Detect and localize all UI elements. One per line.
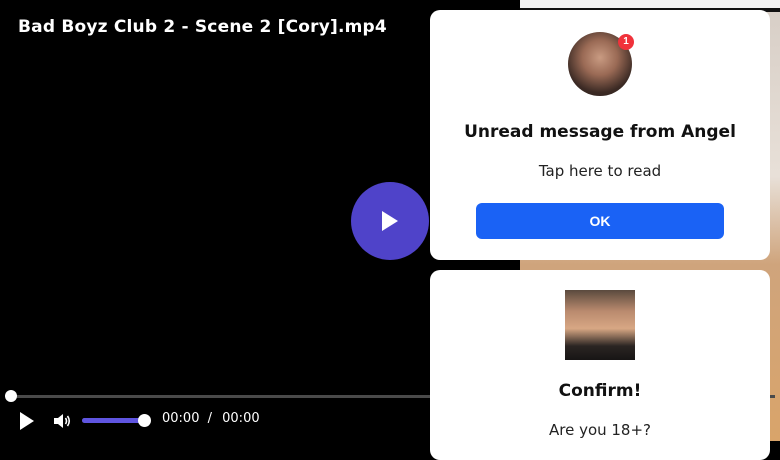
play-icon xyxy=(382,211,398,231)
volume-slider-thumb[interactable] xyxy=(138,414,151,427)
message-notification-card[interactable]: 1 Unread message from Angel Tap here to … xyxy=(430,10,770,260)
play-icon xyxy=(20,412,34,430)
play-button[interactable] xyxy=(18,411,36,431)
duration: 00:00 xyxy=(222,411,260,426)
ok-button[interactable]: OK xyxy=(476,203,724,239)
seek-bar-thumb[interactable] xyxy=(5,390,17,402)
sender-avatar-wrap: 1 xyxy=(568,32,634,96)
age-confirm-card[interactable]: Confirm! Are you 18+? xyxy=(430,270,770,460)
volume-slider[interactable] xyxy=(82,414,151,427)
play-button-large[interactable] xyxy=(351,182,429,260)
control-bar: 00:00 / 00:00 xyxy=(0,405,430,435)
profile-photo xyxy=(565,290,635,360)
video-title: Bad Boyz Club 2 - Scene 2 [Cory].mp4 xyxy=(18,17,387,37)
unread-badge: 1 xyxy=(618,34,634,50)
confirm-question: Are you 18+? xyxy=(548,421,652,439)
notification-subtitle[interactable]: Tap here to read xyxy=(430,162,770,180)
notification-title: Unread message from Angel xyxy=(464,122,736,142)
current-time: 00:00 xyxy=(162,411,200,426)
time-display: 00:00 / 00:00 xyxy=(162,411,260,426)
volume-slider-fill xyxy=(82,418,144,423)
volume-button[interactable] xyxy=(52,412,72,430)
volume-icon xyxy=(54,414,71,428)
time-separator: / xyxy=(207,411,212,426)
confirm-title: Confirm! xyxy=(558,381,642,401)
